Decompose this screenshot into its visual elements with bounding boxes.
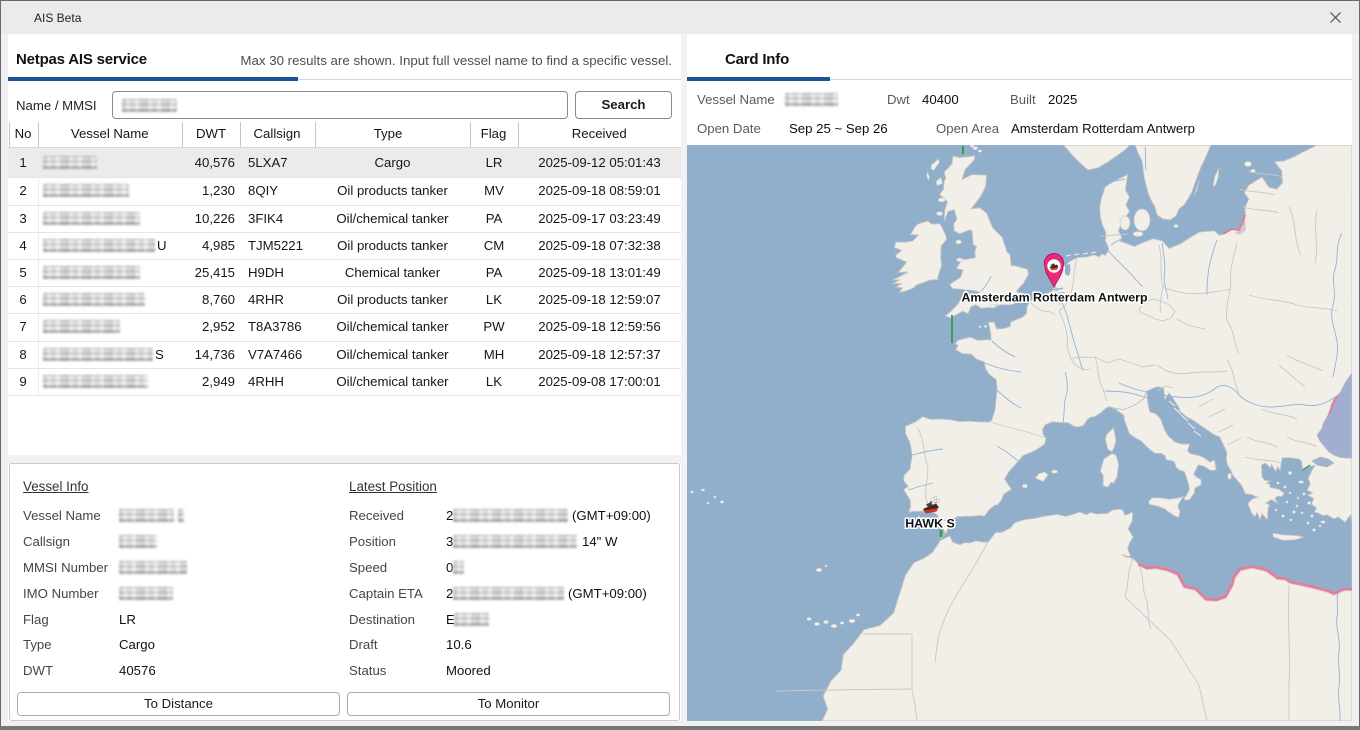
svg-text:HAWK S: HAWK S xyxy=(905,517,955,531)
svg-text:Amsterdam Rotterdam Antwerp: Amsterdam Rotterdam Antwerp xyxy=(961,291,1148,305)
